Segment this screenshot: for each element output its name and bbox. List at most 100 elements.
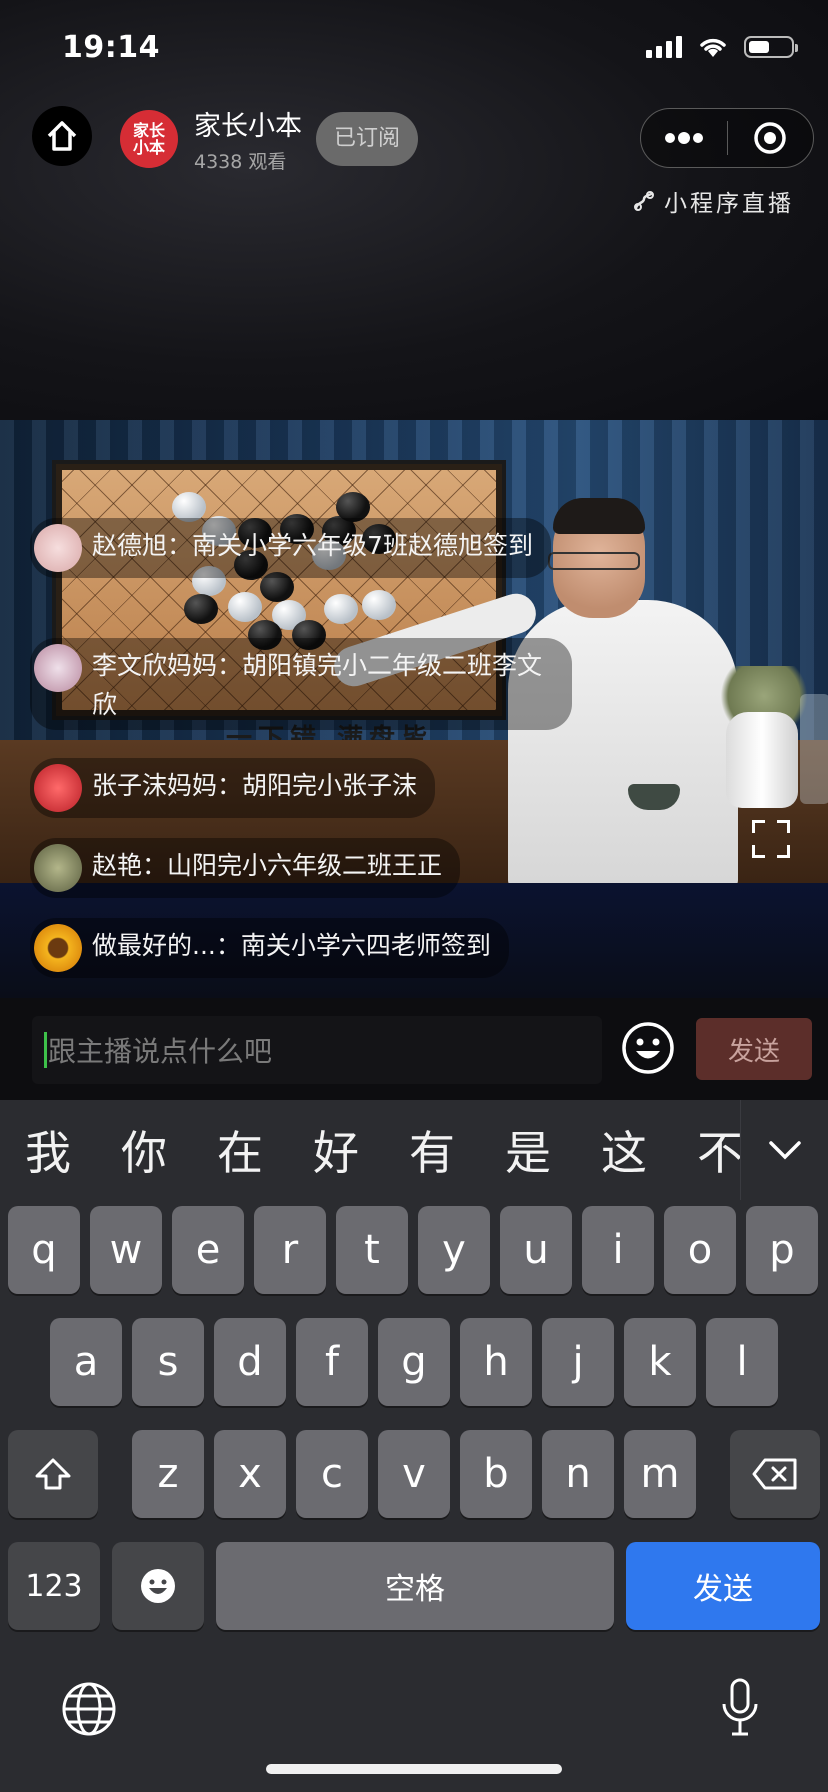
candidate-word[interactable]: 是 [480,1117,576,1183]
emoji-key[interactable] [112,1542,204,1630]
backspace-icon [752,1458,797,1490]
comment-message: 南关小学六四老师签到 [240,931,491,960]
text-cursor [44,1032,47,1068]
candidate-bar: 我 你 在 好 有 是 这 不 [0,1100,740,1200]
channel-logo[interactable]: 家长小本 [120,110,178,168]
microphone-icon [722,1678,758,1736]
smiley-icon [622,1022,674,1074]
candidate-word[interactable]: 这 [576,1117,672,1183]
key-d[interactable]: d [214,1318,286,1406]
status-icons [646,36,798,58]
send-comment-button[interactable]: 发送 [696,1018,812,1080]
home-button[interactable] [32,106,92,166]
vase [726,712,798,808]
comment-text: 张子沫妈妈：胡阳完小张子沫 [92,771,418,800]
view-count: 4338 观看 [194,151,287,173]
key-y[interactable]: y [418,1206,490,1294]
key-j[interactable]: j [542,1318,614,1406]
user-avatar[interactable] [34,844,82,892]
mini-program-live-label: 小程序直播 [632,184,794,218]
key-t[interactable]: t [336,1206,408,1294]
candidate-word[interactable]: 我 [0,1117,96,1183]
key-f[interactable]: f [296,1318,368,1406]
comment-text: 做最好的...：南关小学六四老师签到 [92,931,491,960]
key-o[interactable]: o [664,1206,736,1294]
comment-item: 赵艳：山阳完小六年级二班王正 [30,838,461,898]
target-circle-icon [754,122,786,154]
key-r[interactable]: r [254,1206,326,1294]
comment-message: 山阳完小六年级二班王正 [167,851,443,880]
key-k[interactable]: k [624,1318,696,1406]
key-b[interactable]: b [460,1430,532,1518]
comment-item: 张子沫妈妈：胡阳完小张子沫 [30,758,436,818]
key-l[interactable]: l [706,1318,778,1406]
candidate-word[interactable]: 有 [384,1117,480,1183]
key-p[interactable]: p [746,1206,818,1294]
comment-message: 南关小学六年级7班赵德旭签到 [192,531,533,560]
comment-text: 李文欣妈妈：胡阳镇完小二年级二班李文欣 [92,651,543,719]
comment-placeholder: 跟主播说点什么吧 [48,1035,273,1068]
user-avatar[interactable] [34,644,82,692]
key-i[interactable]: i [582,1206,654,1294]
cellular-signal-icon [646,36,682,58]
wifi-icon [700,38,726,57]
emoji-face-icon [141,1569,175,1603]
key-c[interactable]: c [296,1430,368,1518]
numbers-key[interactable]: 123 [8,1542,100,1630]
expand-candidates-button[interactable] [740,1100,828,1200]
more-button[interactable] [641,109,727,167]
key-q[interactable]: q [8,1206,80,1294]
home-indicator[interactable] [266,1764,562,1774]
key-z[interactable]: z [132,1430,204,1518]
candidate-word[interactable]: 不 [672,1117,740,1183]
battery-icon [744,36,798,58]
candidate-word[interactable]: 在 [192,1117,288,1183]
key-g[interactable]: g [378,1318,450,1406]
key-m[interactable]: m [624,1430,696,1518]
shift-key[interactable] [8,1430,98,1518]
key-u[interactable]: u [500,1206,572,1294]
comment-username[interactable]: 赵艳 [92,851,142,880]
comment-text: 赵德旭：南关小学六年级7班赵德旭签到 [92,531,533,560]
candidate-word[interactable]: 好 [288,1117,384,1183]
glass-jar [800,694,828,804]
subscribe-button[interactable]: 已订阅 [316,112,419,166]
key-e[interactable]: e [172,1206,244,1294]
shift-arrow-icon [35,1458,71,1490]
key-w[interactable]: w [90,1206,162,1294]
comment-username[interactable]: 李文欣妈妈 [92,651,217,680]
comment-text: 赵艳：山阳完小六年级二班王正 [92,851,443,880]
comment-item: 李文欣妈妈：胡阳镇完小二年级二班李文欣 [30,638,572,730]
more-dots-icon [664,132,703,144]
channel-name[interactable]: 家长小本 [194,104,302,143]
presenter-hair [553,498,645,534]
channel-header: 家长小本 家长小本 4338 观看 已订阅 [120,104,419,174]
send-key[interactable]: 发送 [626,1542,820,1630]
comment-username[interactable]: 做最好的... [92,931,216,960]
channel-logo-text: 家长小本 [132,121,165,157]
key-n[interactable]: n [542,1430,614,1518]
fullscreen-button[interactable] [752,820,790,858]
key-h[interactable]: h [460,1318,532,1406]
comment-username[interactable]: 赵德旭 [92,531,167,560]
backspace-key[interactable] [730,1430,820,1518]
key-x[interactable]: x [214,1430,286,1518]
key-s[interactable]: s [132,1318,204,1406]
comment-item: 赵德旭：南关小学六年级7班赵德旭签到 [30,518,551,578]
close-mini-program-button[interactable] [728,109,814,167]
user-avatar[interactable] [34,764,82,812]
key-a[interactable]: a [50,1318,122,1406]
mini-program-capsule [640,108,814,168]
switch-keyboard-button[interactable] [60,1680,118,1738]
candidate-word[interactable]: 你 [96,1117,192,1183]
emoji-button[interactable] [620,1020,676,1076]
user-avatar[interactable] [34,924,82,972]
user-avatar[interactable] [34,524,82,572]
dictation-button[interactable] [720,1676,760,1740]
space-key[interactable]: 空格 [216,1542,614,1630]
mini-program-icon [634,191,654,211]
chevron-down-icon [769,1141,801,1160]
key-v[interactable]: v [378,1430,450,1518]
comment-username[interactable]: 张子沫妈妈 [92,771,217,800]
channel-info: 家长小本 4338 观看 [194,104,302,174]
